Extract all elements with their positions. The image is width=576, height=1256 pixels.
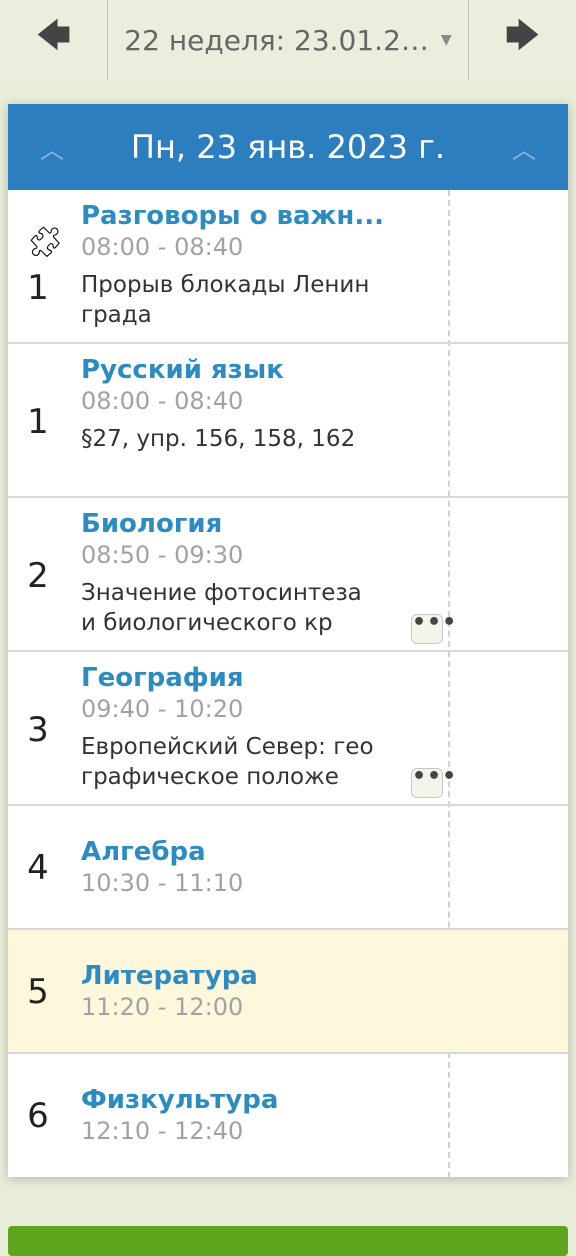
lesson-number: 4 [27,848,49,888]
lesson-homework: Значение фотосинтеза и биологического кр [81,580,362,636]
lesson-subject[interactable]: Русский язык [81,354,421,386]
lesson-subject[interactable]: География [81,662,421,694]
bottom-action-button[interactable] [8,1226,568,1256]
lesson-time: 11:20 - 12:00 [81,993,244,1021]
day-schedule-card: ︿ Пн, 23 янв. 2023 г. ︿ 🧩︎ 1 Разговоры о… [8,104,568,1178]
caret-down-icon: ▼ [440,32,452,48]
prev-week-button[interactable]: 🡄 [0,0,108,80]
chevron-up-icon[interactable]: ︿ [480,130,568,165]
arrow-right-icon: 🡆 [504,15,541,56]
lesson-info: Алгебра 10:30 - 11:10 [81,836,421,898]
lesson-number: 1 [27,402,49,442]
lesson-time: 08:50 - 09:30 [81,541,244,569]
week-label: 22 неделя: 23.01.2… [124,23,429,57]
lesson-subject[interactable]: Алгебра [81,836,421,868]
lesson-info: Физкультура 12:10 - 12:40 [81,1084,421,1146]
lesson-row[interactable]: 2 Биология 08:50 - 09:30 Значение фотоси… [8,498,568,652]
lesson-info: География 09:40 - 10:20 Европейский Севе… [81,662,421,792]
lesson-time: 08:00 - 08:40 [81,387,244,415]
next-week-button[interactable]: 🡆 [468,0,576,80]
day-header: ︿ Пн, 23 янв. 2023 г. ︿ [8,104,568,190]
lesson-subject[interactable]: Литература [81,960,421,992]
week-selector[interactable]: 22 неделя: 23.01.2… ▼ [108,0,468,80]
arrow-left-icon: 🡄 [35,15,72,56]
lesson-number: 5 [27,972,49,1012]
lesson-row[interactable]: 4 Алгебра 10:30 - 11:10 [8,806,568,930]
lesson-row-current[interactable]: 5 Литература 11:20 - 12:00 [8,930,568,1054]
lesson-row[interactable]: 🧩︎ 1 Разговоры о важн... 08:00 - 08:40 П… [8,190,568,344]
lesson-info: Разговоры о важн... 08:00 - 08:40 Прорыв… [81,200,421,330]
week-navigation: 🡄 22 неделя: 23.01.2… ▼ 🡆 [0,0,576,80]
day-title: Пн, 23 янв. 2023 г. [130,128,446,166]
lesson-number: 3 [27,710,49,750]
lesson-time: 09:40 - 10:20 [81,695,244,723]
more-button[interactable]: ••• [411,612,456,644]
lesson-time: 10:30 - 11:10 [81,869,244,897]
lesson-list: 🧩︎ 1 Разговоры о важн... 08:00 - 08:40 П… [8,190,568,1178]
lesson-number: 6 [27,1096,49,1136]
lesson-homework: Европейский Север: географическое положе [81,734,374,790]
lesson-subject[interactable]: Физкультура [81,1084,421,1116]
lesson-homework: §27, упр. 156, 158, 162 [81,426,356,452]
lesson-subject[interactable]: Разговоры о важн... [81,200,421,232]
more-button[interactable]: ••• [411,766,456,798]
lesson-time: 12:10 - 12:40 [81,1117,244,1145]
lesson-info: Русский язык 08:00 - 08:40 §27, упр. 156… [81,354,421,454]
lesson-time: 08:00 - 08:40 [81,233,244,261]
lesson-info: Литература 11:20 - 12:00 [81,960,421,1022]
collapse-up-icon[interactable]: ︿ [8,130,96,165]
lesson-homework: Прорыв блокады Ленинграда [81,272,370,328]
lesson-row[interactable]: 6 Физкультура 12:10 - 12:40 [8,1054,568,1178]
lesson-info: Биология 08:50 - 09:30 Значение фотосинт… [81,508,421,638]
lesson-subject[interactable]: Биология [81,508,421,540]
puzzle-icon: 🧩︎ [26,225,65,260]
lesson-number: 1 [27,268,49,308]
lesson-row[interactable]: 3 География 09:40 - 10:20 Европейский Се… [8,652,568,806]
lesson-row[interactable]: 1 Русский язык 08:00 - 08:40 §27, упр. 1… [8,344,568,498]
lesson-number: 2 [27,556,49,596]
